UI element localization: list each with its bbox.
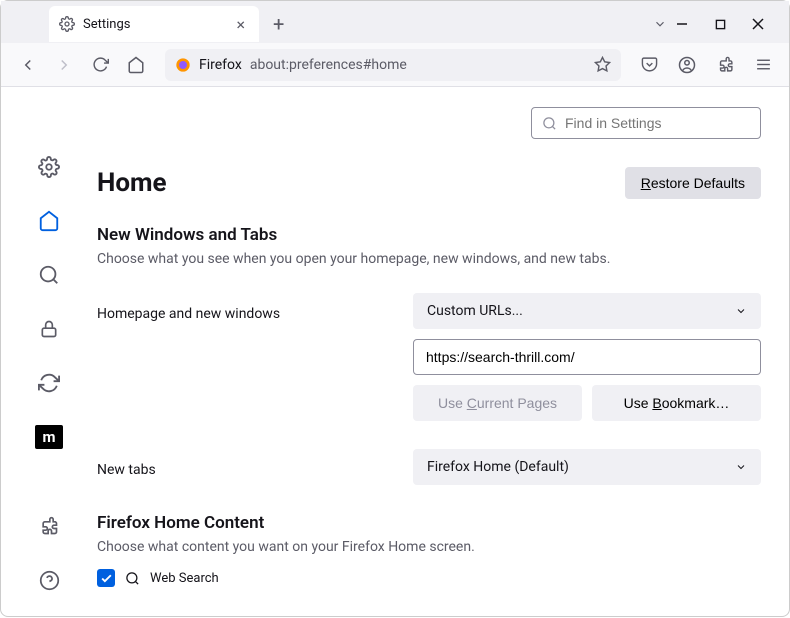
back-button[interactable] xyxy=(13,50,43,80)
settings-sidebar: m xyxy=(1,87,97,618)
section-description: Choose what you see when you open your h… xyxy=(97,251,761,267)
sidebar-item-general[interactable] xyxy=(31,149,67,185)
home-button[interactable] xyxy=(121,50,151,80)
gear-icon xyxy=(59,16,75,32)
homepage-select[interactable]: Custom URLs... xyxy=(413,293,761,329)
websearch-checkbox[interactable] xyxy=(97,569,115,587)
sidebar-item-sync[interactable] xyxy=(31,365,67,401)
urlbar-prefix: Firefox xyxy=(199,57,242,73)
check-icon xyxy=(100,572,113,585)
chevron-down-icon xyxy=(735,461,747,473)
restore-defaults-button[interactable]: Restore Defaults xyxy=(625,167,761,199)
reload-button[interactable] xyxy=(85,50,115,80)
address-bar[interactable]: Firefox about:preferences#home xyxy=(165,49,621,81)
chevron-down-icon[interactable] xyxy=(645,13,675,35)
window-controls xyxy=(675,17,781,31)
forward-button[interactable] xyxy=(49,50,79,80)
use-current-pages-button[interactable]: Use Current Pages xyxy=(413,385,582,421)
newtabs-select[interactable]: Firefox Home (Default) xyxy=(413,449,761,485)
sidebar-item-extensions[interactable] xyxy=(31,508,67,544)
homepage-label: Homepage and new windows xyxy=(97,300,413,322)
tab-title: Settings xyxy=(83,17,224,32)
toolbar: Firefox about:preferences#home xyxy=(1,43,789,87)
urlbar-url: about:preferences#home xyxy=(250,57,586,73)
section-heading-new-windows: New Windows and Tabs xyxy=(97,225,761,245)
find-input[interactable] xyxy=(565,115,750,131)
pocket-icon[interactable] xyxy=(635,51,663,79)
browser-tab[interactable]: Settings × xyxy=(49,6,259,42)
homepage-url-input[interactable] xyxy=(413,339,761,375)
extensions-icon[interactable] xyxy=(711,51,739,79)
sidebar-item-search[interactable] xyxy=(31,257,67,293)
firefox-logo-icon xyxy=(175,57,191,73)
menu-icon[interactable] xyxy=(749,51,777,79)
sidebar-item-mozilla[interactable]: m xyxy=(31,419,67,455)
main-content: Home Restore Defaults New Windows and Ta… xyxy=(97,87,789,618)
section-heading-home-content: Firefox Home Content xyxy=(97,513,761,533)
new-tab-button[interactable]: + xyxy=(265,8,292,40)
maximize-button[interactable] xyxy=(713,17,727,31)
close-icon[interactable]: × xyxy=(232,15,249,34)
use-bookmark-button[interactable]: Use Bookmark… xyxy=(592,385,761,421)
chevron-down-icon xyxy=(735,305,747,317)
search-icon xyxy=(125,571,140,586)
bookmark-star-icon[interactable] xyxy=(594,56,611,73)
section2-description: Choose what content you want on your Fir… xyxy=(97,539,761,555)
sidebar-item-privacy[interactable] xyxy=(31,311,67,347)
minimize-button[interactable] xyxy=(675,17,689,31)
search-icon xyxy=(542,116,557,131)
mozilla-icon: m xyxy=(35,425,63,449)
account-icon[interactable] xyxy=(673,51,701,79)
websearch-label: Web Search xyxy=(150,571,219,586)
sidebar-item-home[interactable] xyxy=(31,203,67,239)
page-title: Home xyxy=(97,168,167,198)
find-in-settings[interactable] xyxy=(531,107,761,139)
window-close-button[interactable] xyxy=(751,17,765,31)
newtabs-label: New tabs xyxy=(97,456,413,478)
tab-bar: Settings × + xyxy=(1,1,789,43)
sidebar-item-help[interactable] xyxy=(31,562,67,598)
